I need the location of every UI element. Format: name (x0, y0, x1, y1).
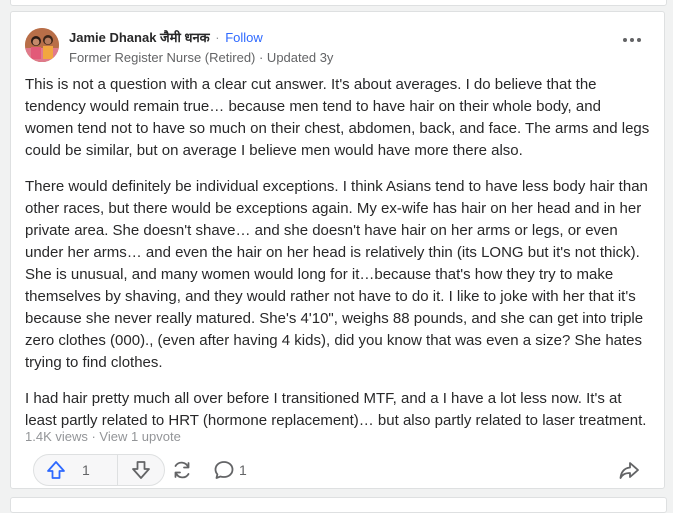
more-options-button[interactable] (620, 28, 644, 52)
answer-header: Jamie Dhanak जैमी धनक · Follow Former Re… (25, 28, 650, 68)
author-line: Jamie Dhanak जैमी धनक · Follow (69, 30, 263, 46)
upvote-count: 1 (82, 462, 90, 478)
more-options-icon (622, 37, 642, 43)
answer-paragraph: This is not a question with a clear cut … (25, 76, 650, 159)
author-name[interactable]: Jamie Dhanak जैमी धनक (69, 30, 210, 45)
answer-paragraph: There would definitely be individual exc… (25, 178, 648, 371)
downvote-arrow-icon (131, 460, 151, 480)
share-icon (618, 459, 640, 481)
author-credential: Former Register Nurse (Retired) · Update… (69, 50, 334, 65)
share-reshare-icon (171, 459, 193, 481)
answer-paragraph: I had hair pretty much all over before I… (25, 390, 647, 429)
action-bar: 1 1 (25, 454, 650, 486)
answer-body: This is not a question with a clear cut … (25, 74, 650, 446)
comment-count: 1 (239, 462, 247, 478)
vote-group: 1 (33, 454, 165, 486)
next-card-edge (10, 497, 667, 513)
answer-card: Jamie Dhanak जैमी धनक · Follow Former Re… (10, 11, 665, 489)
comment-icon (213, 459, 235, 481)
upvote-button[interactable]: 1 (34, 455, 118, 485)
previous-card-edge (10, 0, 667, 6)
share-button[interactable] (614, 454, 644, 486)
comment-button[interactable]: 1 (213, 454, 247, 486)
avatar[interactable] (25, 28, 59, 62)
views-upvotes-meta[interactable]: 1.4K views · View 1 upvote (25, 429, 181, 445)
separator-dot: · (215, 30, 220, 45)
downvote-button[interactable] (118, 455, 164, 485)
upvote-arrow-icon (46, 460, 66, 480)
reshare-button[interactable] (171, 454, 193, 486)
follow-button[interactable]: Follow (225, 30, 263, 45)
